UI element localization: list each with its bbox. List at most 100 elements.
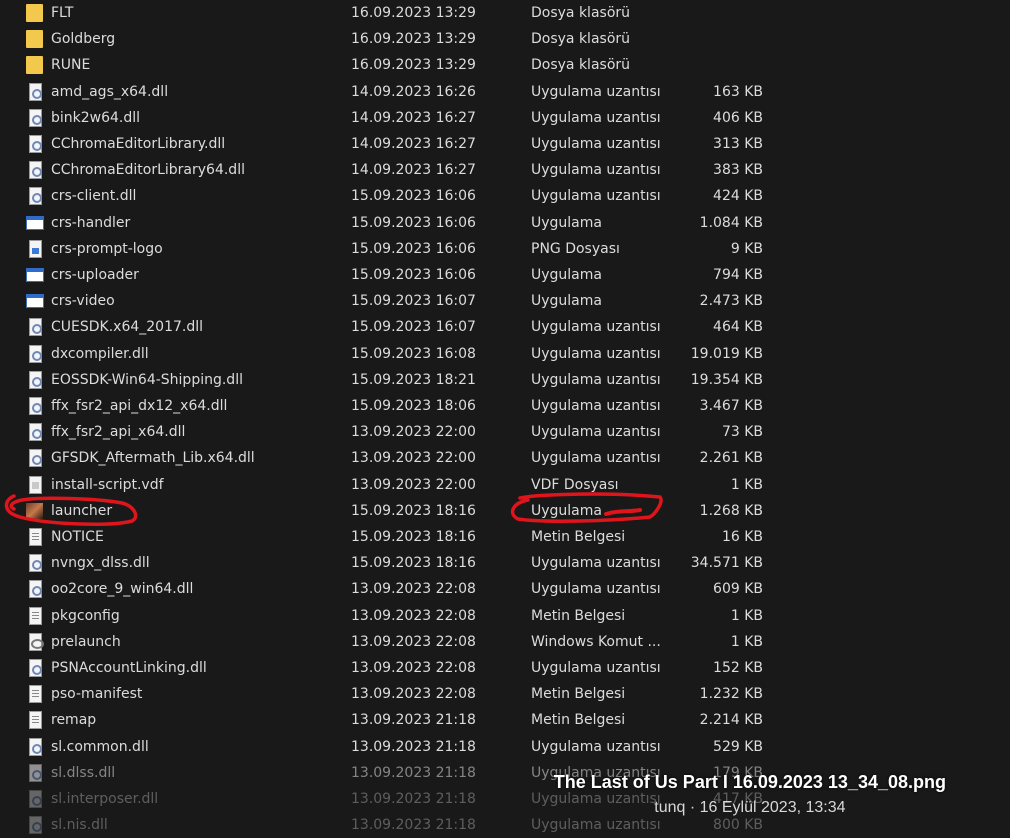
caption-subtitle: tunq · 16 Eylül 2023, 13:34	[654, 799, 846, 816]
file-row[interactable]: NOTICE 15.09.2023 18:16 Metin Belgesi 16 KB	[0, 524, 780, 550]
dll-icon	[26, 816, 44, 835]
dll-icon	[26, 397, 44, 415]
file-date: 15.09.2023 16:06	[351, 188, 476, 205]
file-name: EOSSDK-Win64-Shipping.dll	[51, 371, 243, 388]
file-row[interactable]: CChromaEditorLibrary.dll 14.09.2023 16:27…	[0, 131, 780, 157]
file-row[interactable]: GFSDK_Aftermath_Lib.x64.dll 13.09.2023 22…	[0, 445, 780, 471]
file-type: Dosya klasörü	[531, 5, 631, 21]
folder-icon	[26, 4, 44, 22]
file-date: 15.09.2023 18:16	[351, 555, 476, 572]
file-size: 152 KB	[713, 660, 763, 676]
file-name: PSNAccountLinking.dll	[51, 660, 207, 676]
file-type: Metin Belgesi	[531, 686, 626, 703]
file-row[interactable]: bink2w64.dll 14.09.2023 16:27 Uygulama uza…	[0, 105, 780, 131]
file-row[interactable]: Goldberg 16.09.2023 13:29 Dosya klasörü	[0, 26, 780, 52]
file-type: Uygulama	[531, 502, 602, 519]
file-name: ffx_fsr2_api_dx12_x64.dll	[51, 398, 228, 414]
file-row[interactable]: nvngx_dlss.dll 15.09.2023 18:16 Uygulama u…	[0, 550, 780, 576]
file-size: 464 KB	[713, 319, 763, 336]
file-name: GFSDK_Aftermath_Lib.x64.dll	[51, 450, 255, 467]
file-size: 406 KB	[713, 109, 763, 126]
exe-icon	[26, 266, 44, 284]
caption-title: The Last of Us Part I 16.09.2023 13_34_0…	[553, 772, 946, 792]
file-row[interactable]: amd_ags_x64.dll 14.09.2023 16:26 Uygulama …	[0, 79, 780, 105]
file-date: 13.09.2023 21:18	[351, 764, 476, 781]
file-name: FLT	[51, 5, 74, 21]
file-date: 14.09.2023 16:27	[351, 162, 476, 179]
file-row[interactable]: crs-prompt-logo 15.09.2023 16:06 PNG Dosya…	[0, 236, 780, 262]
file-type: Uygulama uzantısı	[531, 450, 661, 467]
file-size: 1.084 KB	[699, 214, 763, 231]
file-date: 15.09.2023 16:06	[351, 214, 476, 231]
file-size: 383 KB	[713, 162, 763, 179]
file-name: bink2w64.dll	[51, 109, 141, 126]
file-size: 1 KB	[730, 476, 763, 493]
file-row[interactable]: launcher 15.09.2023 18:16 Uygulama 1.268 KB	[0, 498, 780, 524]
file-type: Uygulama uzantısı	[531, 398, 661, 414]
file-row[interactable]: crs-handler 15.09.2023 16:06 Uygulama 1.084…	[0, 210, 780, 236]
file-row[interactable]: crs-uploader 15.09.2023 16:06 Uygulama 794 …	[0, 262, 780, 288]
file-row[interactable]: remap 13.09.2023 21:18 Metin Belgesi 2.214 …	[0, 707, 780, 733]
file-date: 14.09.2023 16:27	[351, 109, 476, 126]
dll-icon	[26, 370, 44, 389]
file-type: Metin Belgesi	[531, 529, 626, 545]
file-type: Uygulama uzantısı	[531, 83, 661, 100]
file-name: oo2core_9_win64.dll	[51, 581, 194, 598]
file-row[interactable]: PSNAccountLinking.dll 13.09.2023 22:08 Uyg…	[0, 655, 780, 681]
dll-icon	[26, 423, 44, 442]
file-name: crs-video	[51, 293, 115, 310]
file-date: 13.09.2023 21:18	[351, 791, 476, 807]
file-size: 609 KB	[713, 581, 763, 598]
file-type: Uygulama uzantısı	[531, 109, 661, 126]
file-date: 16.09.2023 13:29	[351, 5, 476, 21]
file-row[interactable]: pso-manifest 13.09.2023 22:08 Metin Belges…	[0, 681, 780, 707]
dll-icon	[26, 763, 44, 782]
file-row[interactable]: pkgconfig 13.09.2023 22:08 Metin Belgesi 1 …	[0, 603, 780, 629]
file-size: 19.354 KB	[690, 371, 763, 388]
file-name: NOTICE	[51, 529, 104, 545]
file-date: 16.09.2023 13:29	[351, 31, 476, 48]
file-name: prelaunch	[51, 633, 121, 650]
file-row[interactable]: RUNE 16.09.2023 13:29 Dosya klasörü	[0, 52, 780, 78]
file-size: 794 KB	[713, 267, 763, 283]
file-row[interactable]: crs-client.dll 15.09.2023 16:06 Uygulama u…	[0, 183, 780, 209]
file-date: 13.09.2023 22:00	[351, 424, 476, 441]
file-row[interactable]: CUESDK.x64_2017.dll 15.09.2023 16:07 Uygul…	[0, 314, 780, 340]
file-row[interactable]: CChromaEditorLibrary64.dll 14.09.2023 16:…	[0, 157, 780, 183]
dll-icon	[26, 580, 44, 599]
file-size: 2.261 KB	[699, 450, 763, 467]
dll-icon	[26, 161, 44, 180]
file-type: PNG Dosyası	[531, 240, 620, 257]
file-row[interactable]: crs-video 15.09.2023 16:07 Uygulama 2.473 K…	[0, 288, 780, 314]
file-row[interactable]: FLT 16.09.2023 13:29 Dosya klasörü	[0, 0, 780, 26]
file-size: 163 KB	[713, 83, 763, 100]
file-size: 1.232 KB	[699, 686, 763, 703]
file-date: 14.09.2023 16:26	[351, 83, 476, 100]
dll-icon	[26, 737, 44, 756]
file-row[interactable]: ffx_fsr2_api_x64.dll 13.09.2023 22:00 Uygu…	[0, 419, 780, 445]
file-type: Metin Belgesi	[531, 712, 626, 729]
file-date: 13.09.2023 21:18	[351, 738, 476, 755]
file-size: 19.019 KB	[690, 345, 763, 362]
file-type: Windows Komut ...	[531, 633, 661, 650]
file-row[interactable]: EOSSDK-Win64-Shipping.dll 15.09.2023 18:2…	[0, 367, 780, 393]
file-date: 16.09.2023 13:29	[351, 57, 476, 74]
file-row[interactable]: dxcompiler.dll 15.09.2023 16:08 Uygulama u…	[0, 341, 780, 367]
file-row[interactable]: prelaunch 13.09.2023 22:08 Windows Komut .…	[0, 629, 780, 655]
file-size: 1 KB	[730, 633, 763, 650]
file-size: 3.467 KB	[699, 398, 763, 414]
file-type: Metin Belgesi	[531, 607, 626, 624]
file-name: crs-prompt-logo	[51, 240, 163, 257]
file-type: Uygulama uzantısı	[531, 162, 661, 179]
png-icon	[26, 239, 44, 258]
file-date: 15.09.2023 18:06	[351, 398, 476, 414]
file-row[interactable]: install-script.vdf 13.09.2023 22:00 VDF Do…	[0, 472, 780, 498]
file-row[interactable]: oo2core_9_win64.dll 13.09.2023 22:08 Uygul…	[0, 576, 780, 602]
file-date: 13.09.2023 22:08	[351, 633, 476, 650]
file-row[interactable]: ffx_fsr2_api_dx12_x64.dll 15.09.2023 18:0…	[0, 393, 780, 419]
file-name: sl.nis.dll	[51, 817, 108, 834]
file-date: 13.09.2023 21:18	[351, 712, 476, 729]
file-size: 313 KB	[713, 136, 763, 152]
file-row[interactable]: sl.common.dll 13.09.2023 21:18 Uygulama uz…	[0, 734, 780, 760]
file-type: Uygulama uzantısı	[531, 738, 661, 755]
